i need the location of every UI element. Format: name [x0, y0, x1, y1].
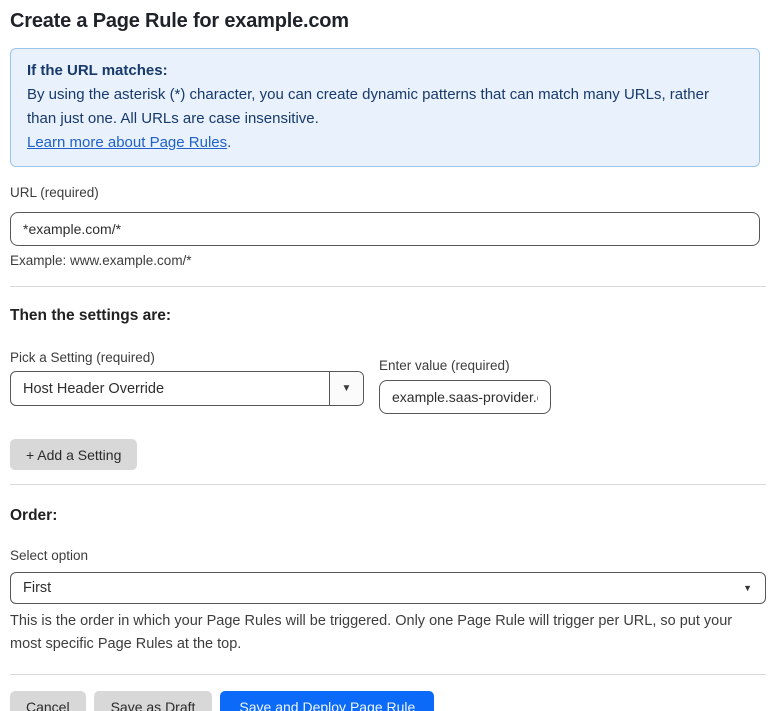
save-as-draft-button[interactable]: Save as Draft: [93, 691, 213, 711]
chevron-down-icon: ▼: [341, 382, 352, 394]
divider: [10, 484, 766, 485]
setting-value-column: Enter value (required): [379, 349, 551, 414]
setting-picker-column: Pick a Setting (required) Host Header Ov…: [10, 349, 364, 414]
url-match-info-box: If the URL matches: By using the asteris…: [10, 48, 760, 167]
page-title: Create a Page Rule for example.com: [10, 10, 349, 32]
setting-dropdown-value: Host Header Override: [23, 380, 165, 397]
save-and-deploy-button[interactable]: Save and Deploy Page Rule: [220, 691, 435, 711]
info-box-heading: If the URL matches:: [27, 62, 168, 79]
add-setting-button[interactable]: + Add a Setting: [10, 439, 138, 470]
info-link-line: Learn more about Page Rules.: [27, 131, 743, 155]
chevron-down-icon: ▼: [743, 583, 752, 593]
settings-section-heading: Then the settings are:: [10, 307, 172, 324]
setting-picker-label: Pick a Setting (required): [10, 350, 155, 365]
url-input[interactable]: [10, 212, 760, 246]
url-helper-text: Example: www.example.com/*: [10, 253, 192, 268]
setting-dropdown-arrow-button[interactable]: ▼: [329, 372, 363, 405]
order-select-value: First: [23, 580, 52, 596]
cancel-button[interactable]: Cancel: [10, 691, 86, 711]
url-field-label: URL (required): [10, 185, 99, 200]
info-box-body: By using the asterisk (*) character, you…: [27, 86, 709, 127]
learn-more-link[interactable]: Learn more about Page Rules: [27, 134, 227, 151]
setting-value-label: Enter value (required): [379, 358, 510, 373]
divider: [10, 286, 766, 287]
order-select-label: Select option: [10, 548, 89, 563]
footer-actions: Cancel Save as Draft Save and Deploy Pag…: [10, 691, 758, 711]
divider: [10, 674, 766, 675]
order-section-heading: Order:: [10, 507, 58, 524]
setting-value-input[interactable]: [379, 380, 551, 414]
link-period: .: [227, 134, 232, 151]
order-helper-text: This is the order in which your Page Rul…: [10, 613, 733, 652]
setting-dropdown[interactable]: Host Header Override ▼: [10, 371, 364, 406]
settings-row: Pick a Setting (required) Host Header Ov…: [10, 349, 758, 414]
page-rule-form: Create a Page Rule for example.com If th…: [0, 0, 766, 711]
order-select[interactable]: First ▼: [10, 572, 766, 604]
